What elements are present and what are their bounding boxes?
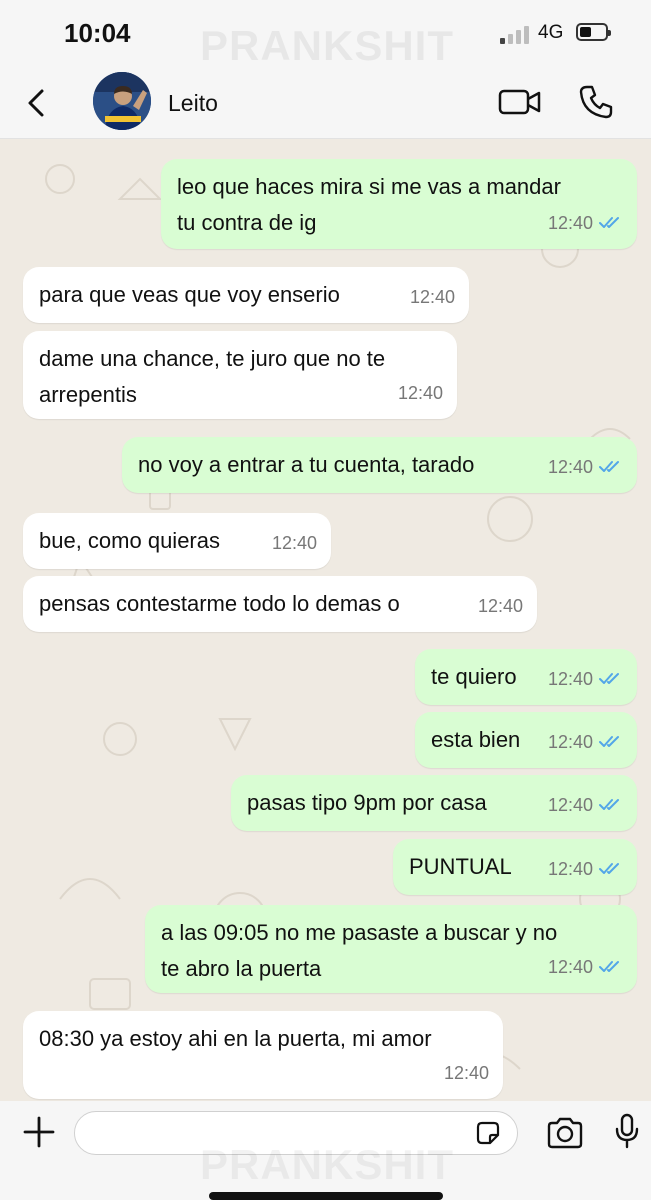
network-type: 4G <box>538 22 564 43</box>
message-text: leo que haces mira si me vas a mandar <box>177 174 561 199</box>
cellular-signal-icon <box>500 24 530 44</box>
incoming-message[interactable]: pensas contestarme todo lo demas o 12:40 <box>23 576 537 632</box>
message-time: 12:40 <box>547 457 593 477</box>
outgoing-message[interactable]: pasas tipo 9pm por casa 12:40 <box>231 775 637 831</box>
message-time: 12:40 <box>271 533 317 553</box>
incoming-message[interactable]: 08:30 ya estoy ahi en la puerta, mi amor… <box>23 1011 503 1099</box>
message-time: 12:40 <box>547 669 593 689</box>
clock: 10:04 <box>64 18 131 48</box>
message-meta: 12:40 <box>548 205 623 241</box>
message-time: 12:40 <box>547 859 593 879</box>
incoming-message[interactable]: dame una chance, te juro que no te arrepe… <box>23 331 457 419</box>
message-meta: 12:40 <box>548 787 623 823</box>
message-meta: 12:40 <box>548 724 623 760</box>
message-meta: 12:40 <box>548 949 623 985</box>
double-check-icon <box>599 736 619 747</box>
double-check-icon <box>599 673 619 684</box>
message-meta: 12:40 <box>410 279 455 315</box>
sticker-icon[interactable] <box>474 1119 502 1147</box>
contact-name[interactable]: Leito <box>168 90 218 117</box>
double-check-icon <box>599 863 619 874</box>
outgoing-message[interactable]: leo que haces mira si me vas a mandar tu … <box>161 159 637 249</box>
watermark-text: PRANKSHIT <box>200 1141 455 1188</box>
message-meta: 12:40 <box>548 449 623 485</box>
back-chevron-icon[interactable] <box>24 88 50 118</box>
video-call-icon[interactable] <box>498 87 542 117</box>
incoming-message[interactable]: bue, como quieras 12:40 <box>23 513 331 569</box>
message-text: a las 09:05 no me pasaste a buscar y no <box>161 920 558 945</box>
message-time: 12:40 <box>547 957 593 977</box>
chat-area: PRANKSHIT leo que haces mira si me vas a… <box>0 139 651 1101</box>
message-text: para que veas que voy enserio <box>39 282 340 307</box>
message-time: 12:40 <box>547 213 593 233</box>
message-time: 12:40 <box>443 1063 489 1083</box>
outgoing-message[interactable]: esta bien 12:40 <box>415 712 637 768</box>
message-time: 12:40 <box>547 795 593 815</box>
message-meta: 12:40 <box>548 661 623 697</box>
battery-icon <box>576 23 611 41</box>
outgoing-message[interactable]: te quiero 12:40 <box>415 649 637 705</box>
phone-icon[interactable] <box>578 84 614 120</box>
outgoing-message[interactable]: PUNTUAL 12:40 <box>393 839 637 895</box>
plus-icon[interactable] <box>22 1115 56 1149</box>
message-time: 12:40 <box>397 383 443 403</box>
camera-icon[interactable] <box>546 1117 584 1149</box>
avatar[interactable] <box>93 72 151 130</box>
message-text: dame una chance, te juro que no te <box>39 346 386 371</box>
message-time: 12:40 <box>547 732 593 752</box>
message-meta: 12:40 <box>272 525 317 561</box>
message-text: arrepentis <box>39 382 137 407</box>
double-check-icon <box>599 461 619 472</box>
watermark-text: PRANKSHIT <box>200 22 455 69</box>
double-check-icon <box>599 799 619 810</box>
message-meta: 12:40 <box>444 1055 489 1091</box>
incoming-message[interactable]: para que veas que voy enserio 12:40 <box>23 267 469 323</box>
message-time: 12:40 <box>409 287 455 307</box>
compose-bar: PRANKSHIT <box>0 1101 651 1200</box>
message-meta: 12:40 <box>478 588 523 624</box>
double-check-icon <box>599 217 619 228</box>
chat-header: Leito <box>0 68 651 139</box>
message-meta: 12:40 <box>398 375 443 411</box>
message-text: pensas contestarme todo lo demas o <box>39 591 400 616</box>
double-check-icon <box>599 961 619 972</box>
message-meta: 12:40 <box>548 851 623 887</box>
outgoing-message[interactable]: a las 09:05 no me pasaste a buscar y no t… <box>145 905 637 993</box>
mic-icon[interactable] <box>614 1113 640 1149</box>
message-time: 12:40 <box>477 596 523 616</box>
home-indicator <box>209 1192 443 1200</box>
outgoing-message[interactable]: no voy a entrar a tu cuenta, tarado 12:40 <box>122 437 637 493</box>
message-text: 08:30 ya estoy ahi en la puerta, mi amor <box>39 1026 432 1051</box>
